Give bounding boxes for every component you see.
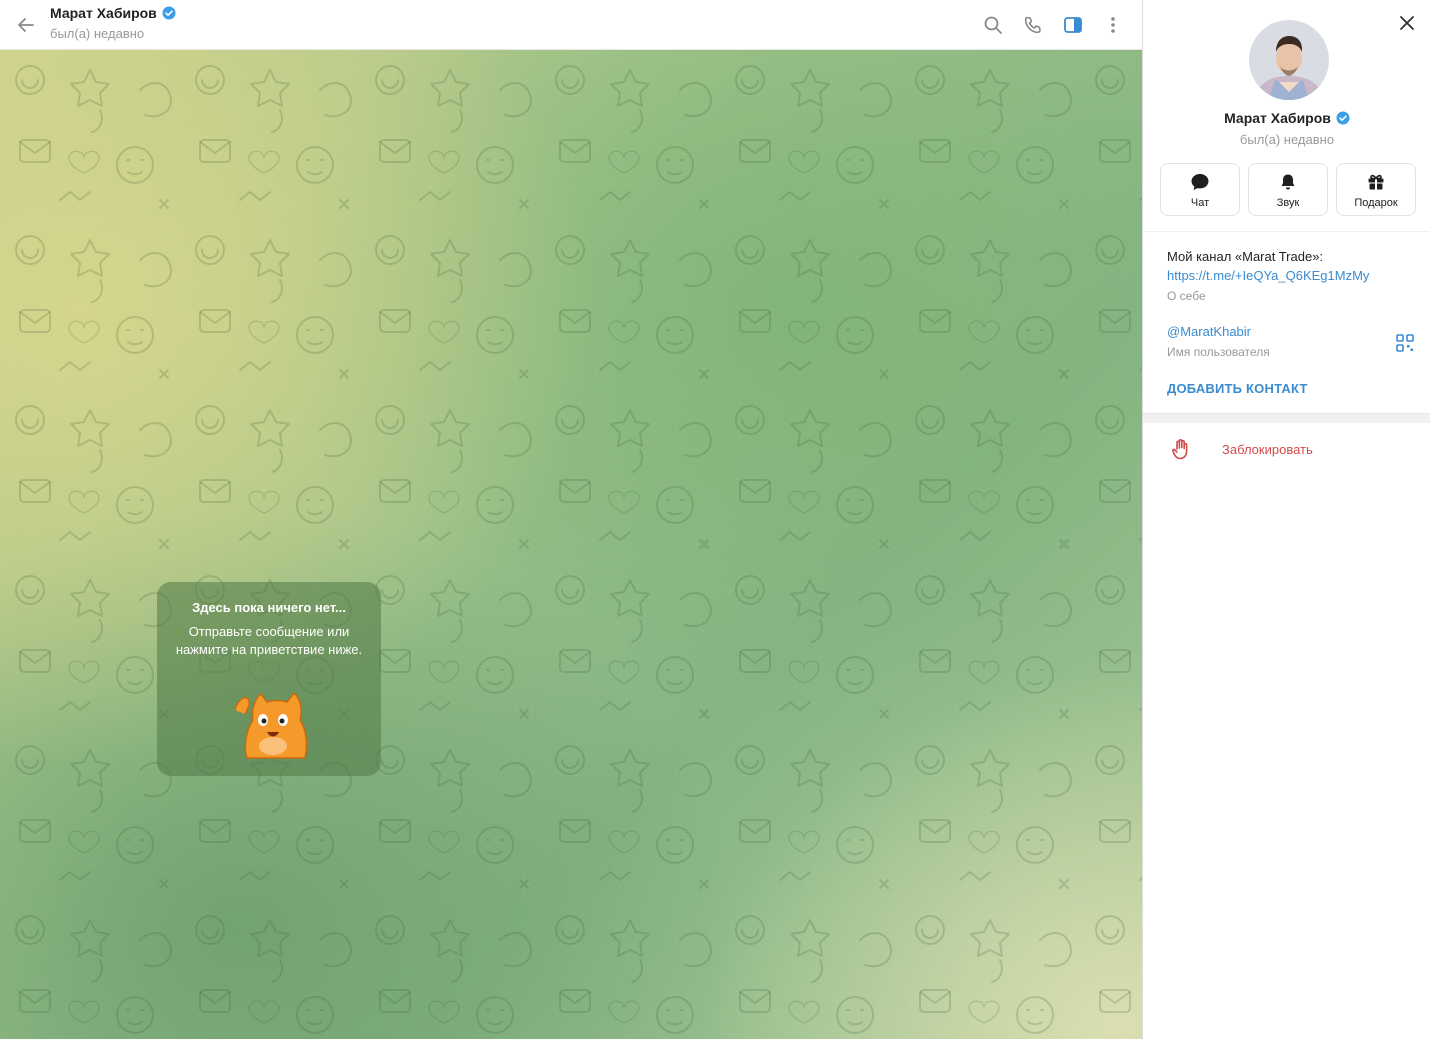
bell-icon [1281, 174, 1295, 190]
arrow-left-icon [18, 18, 34, 32]
divider [1143, 231, 1430, 232]
username-link[interactable]: @MaratKhabir [1167, 324, 1251, 339]
avatar-portrait-icon [1249, 20, 1329, 100]
chat-background: Здесь пока ничего нет... Отправьте сообщ… [0, 50, 1142, 1039]
call-button[interactable] [1018, 10, 1048, 40]
search-button[interactable] [978, 10, 1008, 40]
cat-waving-sticker-icon [234, 691, 308, 759]
profile-avatar[interactable] [1249, 20, 1329, 100]
more-menu-button[interactable] [1098, 10, 1128, 40]
chat-action-label: Чат [1190, 197, 1210, 209]
close-icon [1400, 16, 1414, 30]
more-vertical-icon [1111, 17, 1115, 33]
section-divider [1143, 413, 1430, 423]
chat-status: был(а) недавно [50, 26, 145, 41]
bio-caption: О себе [1167, 289, 1206, 303]
doodle-pattern [0, 50, 1142, 1039]
qr-code-button[interactable] [1396, 334, 1414, 352]
empty-chat-text: Отправьте сообщение или нажмите на приве… [175, 624, 363, 657]
bio-text: Мой канал «Marat Trade»: [1167, 249, 1324, 264]
block-user-label: Заблокировать [1222, 442, 1313, 457]
chat-bubble-icon [1191, 174, 1209, 190]
chat-title-text: Марат Хабиров [50, 5, 157, 21]
close-panel-button[interactable] [1394, 10, 1420, 36]
qr-code-icon [1396, 334, 1414, 352]
verified-icon [1336, 111, 1350, 125]
empty-chat-title: Здесь пока ничего нет... [192, 600, 346, 615]
profile-actions: Чат Звук Подарок [1160, 163, 1416, 216]
gift-icon [1368, 174, 1384, 190]
chat-title[interactable]: Марат Хабиров [50, 5, 176, 21]
back-button[interactable] [12, 11, 40, 39]
chat-header: Марат Хабиров был(а) недавно [0, 0, 1142, 50]
sidebar-panel-icon [1064, 17, 1082, 33]
hand-stop-icon [1172, 439, 1188, 460]
search-icon [984, 16, 1002, 34]
greeting-sticker[interactable] [229, 680, 313, 762]
toggle-sidebar-button[interactable] [1058, 10, 1088, 40]
phone-icon [1024, 16, 1041, 34]
profile-status: был(а) недавно [1239, 132, 1335, 147]
bio-link[interactable]: https://t.me/+IeQYa_Q6KEg1MzMy [1167, 268, 1369, 283]
chat-action-button[interactable]: Чат [1160, 163, 1240, 216]
sound-action-button[interactable]: Звук [1248, 163, 1328, 216]
profile-name: Марат Хабиров [1143, 110, 1430, 126]
block-user-button[interactable]: Заблокировать [1143, 432, 1430, 468]
empty-chat-card: Здесь пока ничего нет... Отправьте сообщ… [157, 582, 381, 776]
verified-icon [162, 6, 176, 20]
profile-panel: Марат Хабиров был(а) недавно Чат Звук По… [1142, 0, 1430, 1039]
sound-action-label: Звук [1276, 197, 1300, 209]
add-contact-button[interactable]: ДОБАВИТЬ КОНТАКТ [1167, 381, 1308, 396]
gift-action-label: Подарок [1354, 197, 1398, 209]
profile-name-text: Марат Хабиров [1224, 110, 1331, 126]
username-caption: Имя пользователя [1167, 345, 1270, 359]
gift-action-button[interactable]: Подарок [1336, 163, 1416, 216]
